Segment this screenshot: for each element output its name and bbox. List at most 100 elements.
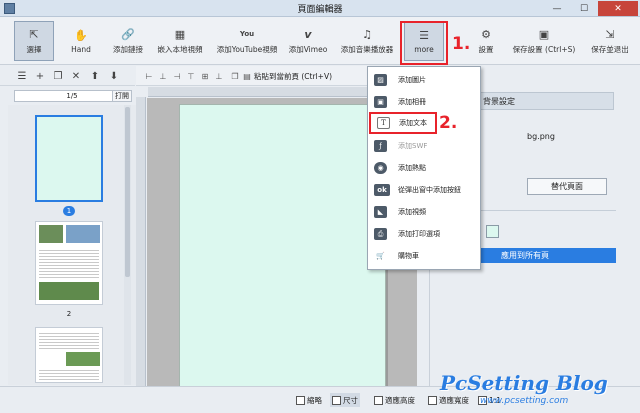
add-music-label: 添加音樂播放器: [340, 44, 394, 54]
thumbnail-view-label: 縮略: [307, 395, 322, 405]
menu-item-label: 添加熱點: [398, 164, 426, 172]
vertical-ruler: [136, 97, 146, 387]
thumb-text: [39, 331, 99, 351]
menu-item-label: 添加相冊: [398, 98, 426, 106]
menu-item-add-print[interactable]: ⎙ 添加打印選項: [368, 223, 480, 245]
menu-item-label: 添加圖片: [398, 76, 426, 84]
shape-icon: ◣: [374, 206, 387, 218]
thumb-image: [39, 282, 99, 300]
cursor-icon: ⇱: [29, 27, 39, 41]
menu-item-add-image[interactable]: ▨ 添加圖片: [368, 69, 480, 91]
add-youtube-label: 添加YouTube視頻: [216, 44, 278, 54]
gear-icon: ⚙: [481, 27, 491, 41]
paste-icon[interactable]: ▤: [242, 71, 252, 81]
thumb-image: [39, 225, 63, 243]
thumbnail-label-1: 1: [63, 206, 75, 216]
scrollbar-thumb[interactable]: [125, 107, 130, 277]
menu-item-add-hotspot[interactable]: ◉ 添加熱點: [368, 157, 480, 179]
vimeo-icon: v: [304, 27, 312, 41]
add-page-icon[interactable]: +: [34, 70, 46, 82]
thumbnail-page-2[interactable]: [35, 221, 103, 305]
save-button[interactable]: ▣ 保存設置 (Ctrl+S): [512, 21, 576, 61]
page-canvas[interactable]: [179, 104, 386, 388]
align-center-icon[interactable]: ⊥: [158, 71, 168, 81]
menu-item-label: 添加SWF: [398, 142, 428, 150]
more-menu: ▨ 添加圖片 ▣ 添加相冊 T 添加文本 ƒ 添加SWF ◉ 添加熱點 ok 從…: [367, 66, 481, 270]
align-left-icon[interactable]: ⊢: [144, 71, 154, 81]
thumbnail-view-toggle[interactable]: 縮略: [296, 393, 322, 407]
image-icon: ▨: [374, 74, 387, 86]
move-up-icon[interactable]: ⬆: [89, 70, 101, 82]
add-music-player-button[interactable]: ♫ 添加音樂播放器: [338, 21, 396, 61]
align-bottom-icon[interactable]: ⊥: [214, 71, 224, 81]
close-button[interactable]: ✕: [598, 1, 638, 16]
fit-width-button[interactable]: 適應寬度: [428, 393, 469, 407]
menu-item-shopping-cart[interactable]: 🛒 購物車: [368, 245, 480, 267]
add-youtube-button[interactable]: You 添加YouTube視頻: [212, 21, 282, 61]
add-link-label: 添加鏈接: [113, 44, 143, 54]
settings-button[interactable]: ⚙ 設置: [470, 21, 502, 61]
fit-height-label: 適應高度: [385, 395, 415, 405]
hotspot-icon: ◉: [374, 162, 387, 174]
album-icon: ▣: [374, 96, 387, 108]
film-icon: ▦: [174, 27, 186, 41]
menu-item-add-button-popup[interactable]: ok 從彈出窗中添加按鈕: [368, 179, 480, 201]
delete-page-icon[interactable]: ✕: [70, 70, 82, 82]
actual-size-toggle[interactable]: 尺寸: [330, 393, 360, 407]
window-controls: — ☐ ✕: [544, 1, 638, 16]
thumbnail-view-icon: [296, 395, 305, 405]
select-label: 選擇: [26, 44, 42, 54]
select-tool-button[interactable]: ⇱ 選擇: [14, 21, 54, 61]
paste-to-page-button[interactable]: 粘貼到當前頁 (Ctrl+V): [254, 71, 332, 82]
background-color-swatch[interactable]: [486, 225, 499, 238]
menu-item-add-album[interactable]: ▣ 添加相冊: [368, 91, 480, 113]
embed-local-video-button[interactable]: ▦ 嵌入本地視頻: [152, 21, 208, 61]
open-button[interactable]: 打開: [112, 90, 132, 102]
window-title: 頁面編輯器: [297, 4, 343, 15]
menu-item-add-video[interactable]: ◣ 添加視頻: [368, 201, 480, 223]
copy-icon[interactable]: ❐: [230, 71, 240, 81]
swf-icon: ƒ: [374, 140, 387, 152]
align-top-icon[interactable]: ⊤: [186, 71, 196, 81]
menu-item-label: 添加視頻: [398, 208, 426, 216]
embed-video-label: 嵌入本地視頻: [157, 44, 203, 54]
align-right-icon[interactable]: ⊣: [172, 71, 182, 81]
save-exit-button[interactable]: ⇲ 保存並退出: [584, 21, 636, 61]
menu-item-add-text[interactable]: T 添加文本: [369, 112, 437, 134]
fit-height-button[interactable]: 適應高度: [374, 393, 415, 407]
fit-height-icon: [374, 395, 383, 405]
replace-page-button[interactable]: 替代頁面: [527, 178, 607, 195]
thumbnail-page-3[interactable]: [35, 327, 103, 383]
cart-icon: 🛒: [374, 250, 387, 262]
save-label: 保存設置 (Ctrl+S): [512, 44, 576, 54]
ok-icon: ok: [374, 184, 390, 196]
menu-item-add-swf[interactable]: ƒ 添加SWF: [368, 135, 480, 157]
hand-label: Hand: [71, 44, 91, 54]
maximize-button[interactable]: ☐: [571, 1, 597, 16]
annotation-step-2: 2.: [439, 113, 458, 133]
actual-size-icon: [332, 395, 341, 405]
add-link-button[interactable]: 🔗 添加鏈接: [108, 21, 148, 61]
hand-tool-button[interactable]: ✋ Hand: [64, 21, 98, 61]
watermark-url: www.pcsetting.com: [480, 396, 569, 406]
copy-page-icon[interactable]: ❐: [52, 70, 64, 82]
menu-item-label: 購物車: [398, 252, 419, 260]
menu-item-label: 添加文本: [399, 119, 427, 127]
background-header-label: 背景設定: [483, 96, 515, 106]
main-toolbar: ⇱ 選擇 ✋ Hand 🔗 添加鏈接 ▦ 嵌入本地視頻 You 添加YouTub…: [0, 17, 640, 65]
settings-label: 設置: [478, 44, 494, 54]
thumbnail-scrollbar[interactable]: [124, 105, 131, 385]
text-icon: T: [377, 117, 390, 129]
minimize-button[interactable]: —: [544, 1, 570, 16]
add-vimeo-label: 添加Vimeo: [288, 44, 328, 54]
thumb-image: [66, 352, 100, 366]
align-middle-icon[interactable]: ⊞: [200, 71, 210, 81]
save-exit-label: 保存並退出: [591, 44, 629, 54]
add-vimeo-button[interactable]: v 添加Vimeo: [286, 21, 330, 61]
thumb-image: [66, 225, 100, 243]
title-bar: 頁面編輯器 — ☐ ✕: [0, 0, 640, 17]
thumbnail-page-1[interactable]: [35, 115, 103, 202]
list-icon[interactable]: ☰: [16, 70, 28, 82]
move-down-icon[interactable]: ⬇: [108, 70, 120, 82]
hand-icon: ✋: [74, 28, 88, 42]
